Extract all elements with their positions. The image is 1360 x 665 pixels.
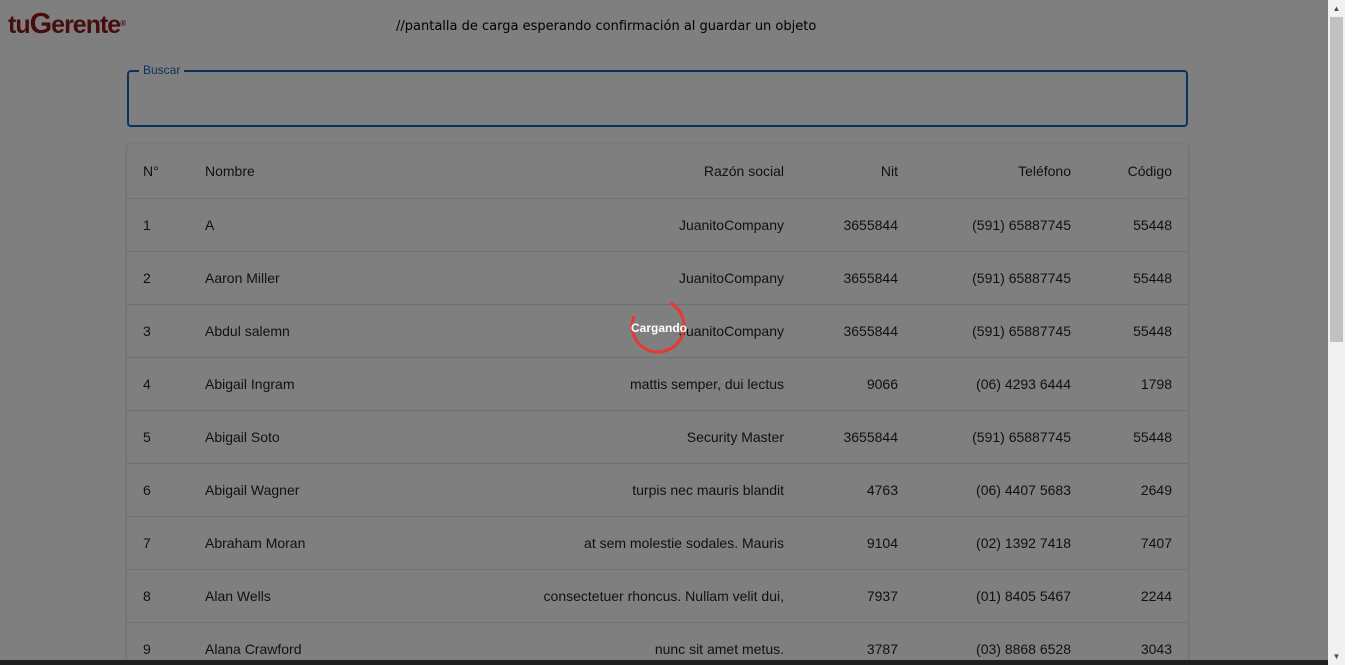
scroll-thumb[interactable]: [1330, 17, 1343, 342]
scroll-up-icon[interactable]: ▲: [1328, 0, 1345, 17]
scroll-down-icon[interactable]: ▼: [1328, 648, 1345, 665]
bottom-bar: [0, 660, 1328, 665]
window-edge: [1345, 0, 1360, 665]
app-page: tuGerente® //pantalla de carga esperando…: [0, 0, 1328, 665]
page-scrollbar[interactable]: ▲ ▼: [1328, 0, 1345, 665]
loading-text: Cargando: [631, 321, 688, 335]
